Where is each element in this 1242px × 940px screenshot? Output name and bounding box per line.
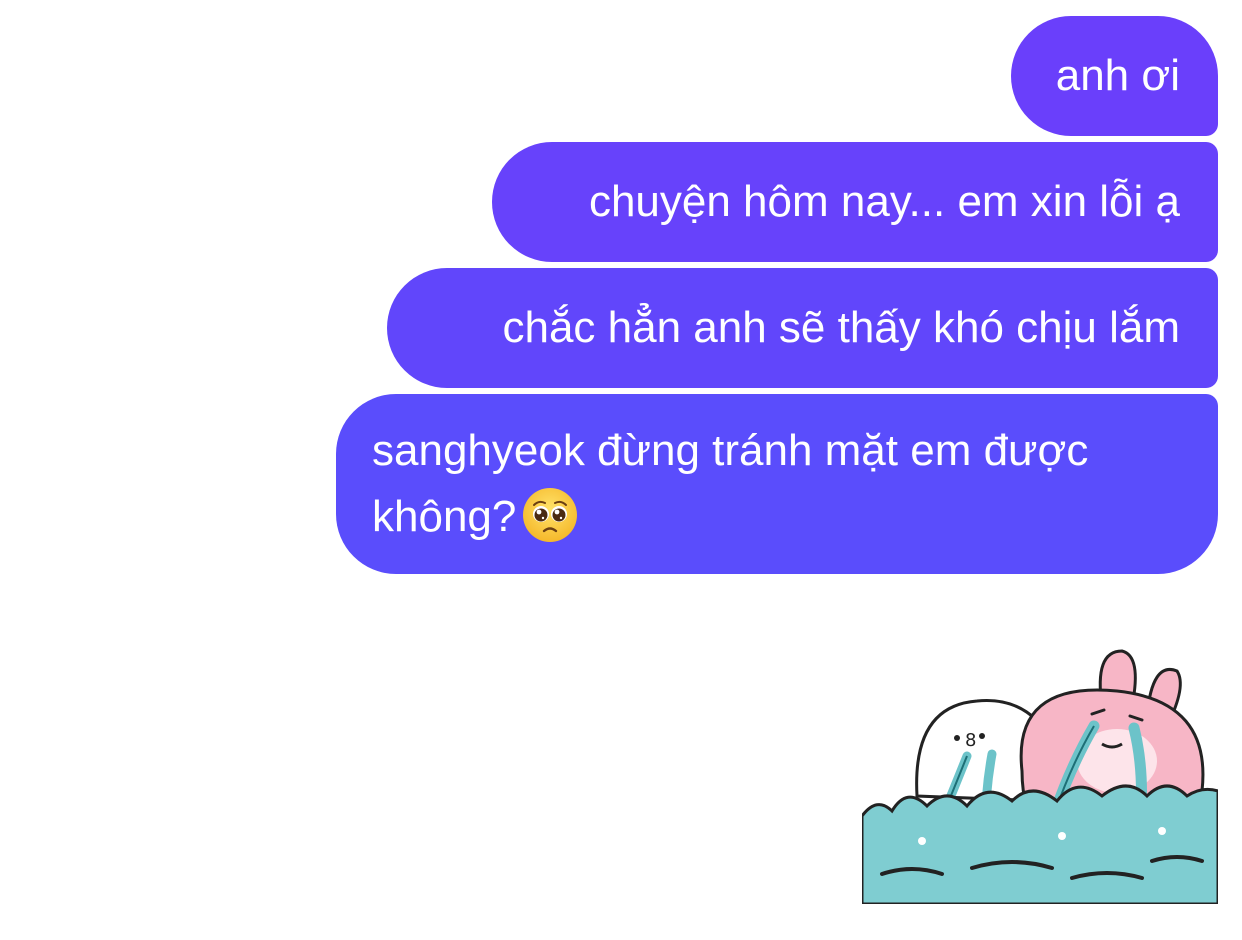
chat-thread: anh ơi chuyện hôm nay... em xin lỗi ạ ch… — [0, 0, 1242, 940]
message-bubble[interactable]: anh ơi — [1011, 16, 1218, 136]
message-bubble[interactable]: chắc hẳn anh sẽ thấy khó chịu lắm — [387, 268, 1218, 388]
svg-text:8: 8 — [965, 730, 976, 751]
message-bubble[interactable]: chuyện hôm nay... em xin lỗi ạ — [492, 142, 1218, 262]
message-text: sanghyeok đừng tránh mặt em được không? — [372, 426, 1089, 541]
pleading-face-emoji — [523, 488, 578, 542]
crying-bunnies-sticker: 8 — [862, 649, 1218, 904]
message-text: chắc hẳn anh sẽ thấy khó chịu lắm — [502, 303, 1180, 352]
message-bubble[interactable]: sanghyeok đừng tránh mặt em được không? — [336, 394, 1218, 574]
message-text: chuyện hôm nay... em xin lỗi ạ — [588, 177, 1180, 226]
message-text: anh ơi — [1055, 51, 1180, 100]
